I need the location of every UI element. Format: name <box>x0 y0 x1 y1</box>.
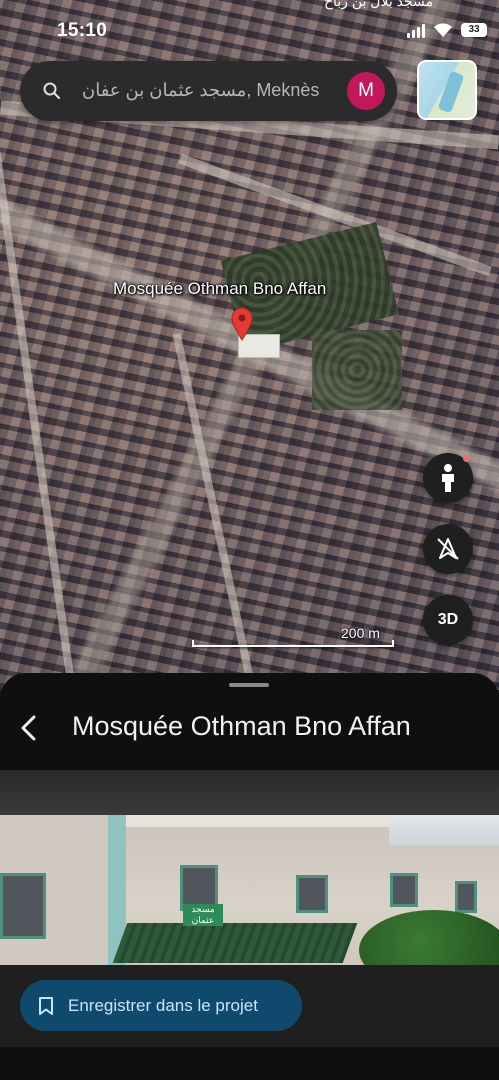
place-photo[interactable]: مسجد عثمان <box>0 815 499 965</box>
photo-sign: مسجد عثمان <box>183 904 223 926</box>
search-icon[interactable] <box>42 81 62 101</box>
photo-roof <box>112 923 358 963</box>
action-bar: Enregistrer dans le projet <box>0 965 499 1047</box>
wifi-icon <box>434 23 452 37</box>
avatar[interactable]: M <box>347 72 385 110</box>
photo-window <box>390 873 418 907</box>
map-road <box>172 333 256 687</box>
search-bar[interactable]: مسجد عثمان بن عفان, Meknès M <box>20 61 397 121</box>
map-layers-button[interactable] <box>417 60 477 120</box>
pegman-icon <box>442 464 454 492</box>
photo-sky <box>389 815 499 845</box>
place-title: Mosquée Othman Bno Affan <box>72 711 411 741</box>
photo-window <box>296 875 328 913</box>
system-nav-area <box>0 1047 499 1080</box>
save-to-project-button[interactable]: Enregistrer dans le projet <box>20 980 302 1031</box>
save-button-label: Enregistrer dans le projet <box>68 995 258 1015</box>
navigation-off-icon <box>437 538 459 560</box>
status-icons: 33 <box>407 22 487 38</box>
photo-strip <box>0 770 499 815</box>
sheet-drag-handle[interactable] <box>229 683 269 687</box>
bookmark-icon <box>39 996 53 1015</box>
map-road <box>0 152 76 688</box>
back-arrow-icon[interactable] <box>14 711 44 745</box>
status-time: 15:10 <box>57 20 108 41</box>
notification-dot <box>463 455 470 462</box>
map-park <box>312 330 402 410</box>
photo-wall <box>126 815 416 827</box>
search-input[interactable]: مسجد عثمان بن عفان, Meknès <box>82 80 352 104</box>
photo-window <box>455 881 477 913</box>
place-bottom-sheet[interactable]: Mosquée Othman Bno Affan مسجد عثمان Enre… <box>0 673 499 1080</box>
three-d-button[interactable]: 3D <box>423 595 473 645</box>
photo-tree <box>359 910 499 965</box>
scale-label: 200 m <box>341 625 380 641</box>
scale-bar <box>192 640 394 647</box>
location-pin-icon[interactable] <box>231 307 253 341</box>
three-d-label: 3D <box>437 611 459 628</box>
photo-window <box>0 873 46 939</box>
signal-icon <box>407 23 425 38</box>
status-notification-text: مسجد بلال بن رباح <box>324 0 433 9</box>
map-place-label[interactable]: Mosquée Othman Bno Affan <box>113 279 326 299</box>
compass-button[interactable] <box>423 524 473 574</box>
street-view-button[interactable] <box>423 453 473 503</box>
battery-icon: 33 <box>461 23 487 37</box>
